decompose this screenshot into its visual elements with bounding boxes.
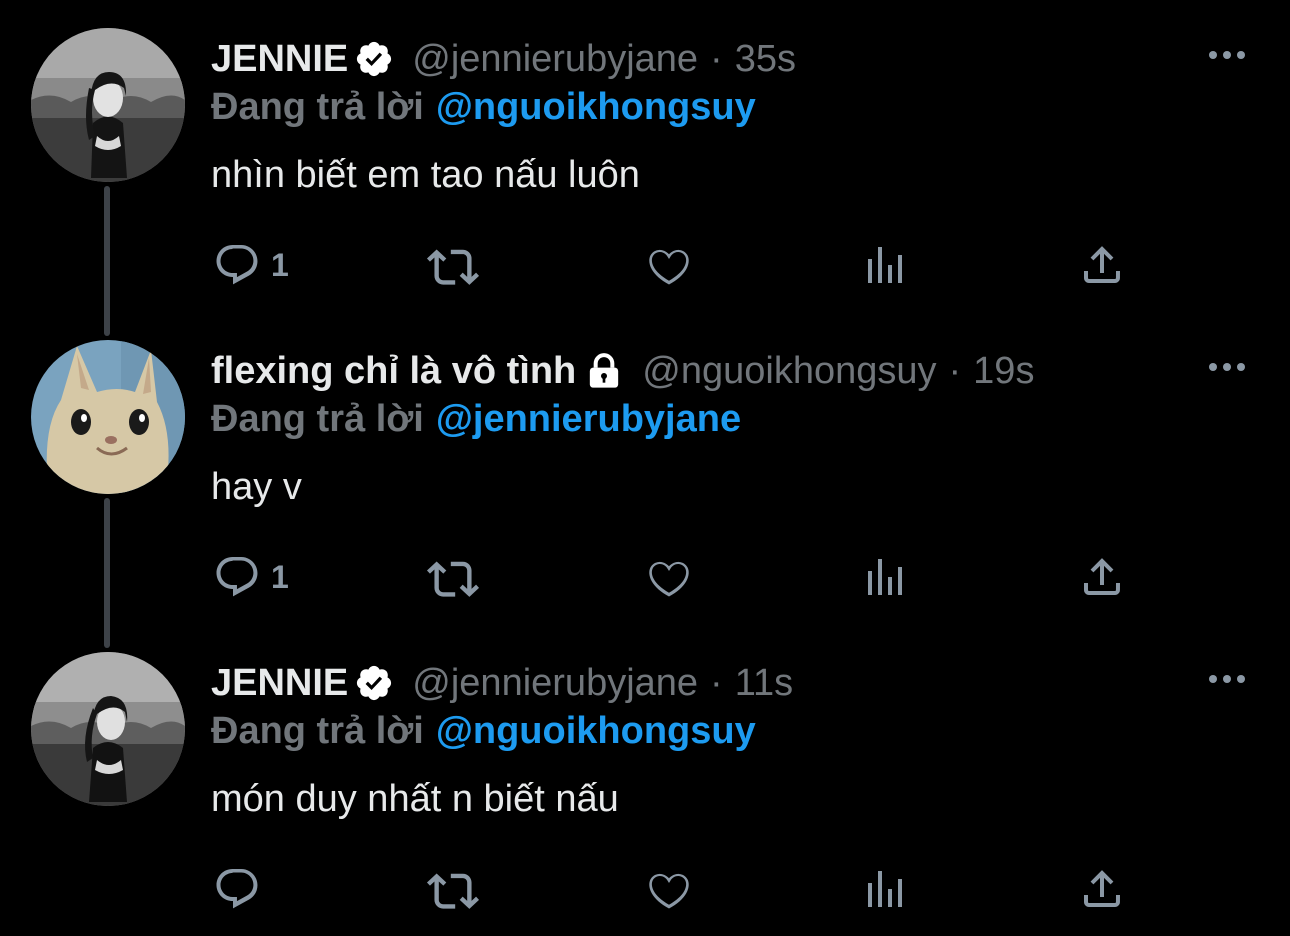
tweet-text: món duy nhất n biết nấu — [211, 778, 619, 820]
avatar[interactable] — [31, 340, 185, 494]
reply-icon — [216, 869, 258, 909]
replying-to-label: Đang trả lời — [211, 398, 424, 440]
verified-badge-icon — [354, 39, 394, 79]
share-icon — [1084, 558, 1120, 595]
user-handle[interactable]: @jennierubyjane — [412, 660, 698, 706]
share-icon — [1084, 870, 1120, 907]
reply-icon — [216, 557, 258, 597]
woman-photo-avatar — [31, 652, 185, 806]
reply-button[interactable]: 1 — [213, 240, 289, 290]
more-options-icon[interactable] — [1205, 664, 1249, 694]
replying-to-label: Đang trả lời — [211, 710, 424, 752]
tweet-header: JENNIE @jennierubyjane · 11s — [211, 660, 793, 706]
like-icon — [649, 249, 689, 285]
verified-badge-icon — [354, 663, 394, 703]
more-options-icon[interactable] — [1205, 40, 1249, 70]
tweet-header: flexing chỉ là vô tình @nguoikhongsuy · … — [211, 348, 1034, 394]
mention-link[interactable]: @nguoikhongsuy — [436, 710, 756, 752]
retweet-icon — [426, 873, 480, 909]
user-handle[interactable]: @jennierubyjane — [412, 36, 698, 82]
conversation-thread: JENNIE @jennierubyjane · 35s Đang trả lờ… — [0, 0, 1290, 936]
mention-link[interactable]: @jennierubyjane — [436, 398, 741, 440]
retweet-button[interactable] — [425, 552, 481, 602]
share-button[interactable] — [1078, 240, 1126, 290]
tweet-header: JENNIE @jennierubyjane · 35s — [211, 36, 796, 82]
share-icon — [1084, 246, 1120, 283]
retweet-icon — [426, 561, 480, 597]
more-options-icon[interactable] — [1205, 352, 1249, 382]
tweet-text: hay v — [211, 466, 302, 508]
replying-to: Đang trả lời @jennierubyjane — [211, 396, 741, 442]
views-button[interactable] — [862, 240, 910, 290]
display-name[interactable]: flexing chỉ là vô tình — [211, 348, 576, 394]
like-button[interactable] — [645, 864, 693, 914]
views-icon — [868, 247, 902, 283]
timestamp[interactable]: 35s — [735, 36, 796, 82]
share-button[interactable] — [1078, 864, 1126, 914]
like-button[interactable] — [645, 240, 693, 290]
reply-icon — [216, 245, 258, 285]
mention-link[interactable]: @nguoikhongsuy — [436, 86, 756, 128]
replying-to-label: Đang trả lời — [211, 86, 424, 128]
reply-count: 1 — [271, 558, 289, 595]
reply-button[interactable]: 1 — [213, 552, 289, 602]
like-icon — [649, 561, 689, 597]
tweet[interactable]: JENNIE @jennierubyjane · 11s Đang trả lờ… — [0, 624, 1290, 936]
replying-to: Đang trả lời @nguoikhongsuy — [211, 84, 756, 130]
retweet-button[interactable] — [425, 240, 481, 290]
share-button[interactable] — [1078, 552, 1126, 602]
user-handle[interactable]: @nguoikhongsuy — [642, 348, 936, 394]
replying-to: Đang trả lời @nguoikhongsuy — [211, 708, 756, 754]
reply-count: 1 — [271, 246, 289, 283]
views-icon — [868, 559, 902, 595]
cat-photo-avatar — [31, 340, 185, 494]
separator-dot: · — [710, 662, 723, 704]
views-button[interactable] — [862, 864, 910, 914]
avatar[interactable] — [31, 652, 185, 806]
views-button[interactable] — [862, 552, 910, 602]
separator-dot: · — [948, 350, 962, 392]
display-name[interactable]: JENNIE — [211, 660, 348, 706]
like-icon — [649, 873, 689, 909]
separator-dot: · — [710, 38, 723, 80]
retweet-button[interactable] — [425, 864, 481, 914]
lock-icon — [584, 351, 624, 391]
tweet[interactable]: JENNIE @jennierubyjane · 35s Đang trả lờ… — [0, 0, 1290, 336]
timestamp[interactable]: 19s — [973, 348, 1034, 394]
tweet-text: nhìn biết em tao nấu luôn — [211, 154, 640, 196]
reply-button[interactable] — [213, 864, 271, 914]
display-name[interactable]: JENNIE — [211, 36, 348, 82]
woman-photo-avatar — [31, 28, 185, 182]
retweet-icon — [426, 249, 480, 285]
like-button[interactable] — [645, 552, 693, 602]
tweet[interactable]: flexing chỉ là vô tình @nguoikhongsuy · … — [0, 312, 1290, 648]
views-icon — [868, 871, 902, 907]
avatar[interactable] — [31, 28, 185, 182]
timestamp[interactable]: 11s — [735, 660, 793, 706]
